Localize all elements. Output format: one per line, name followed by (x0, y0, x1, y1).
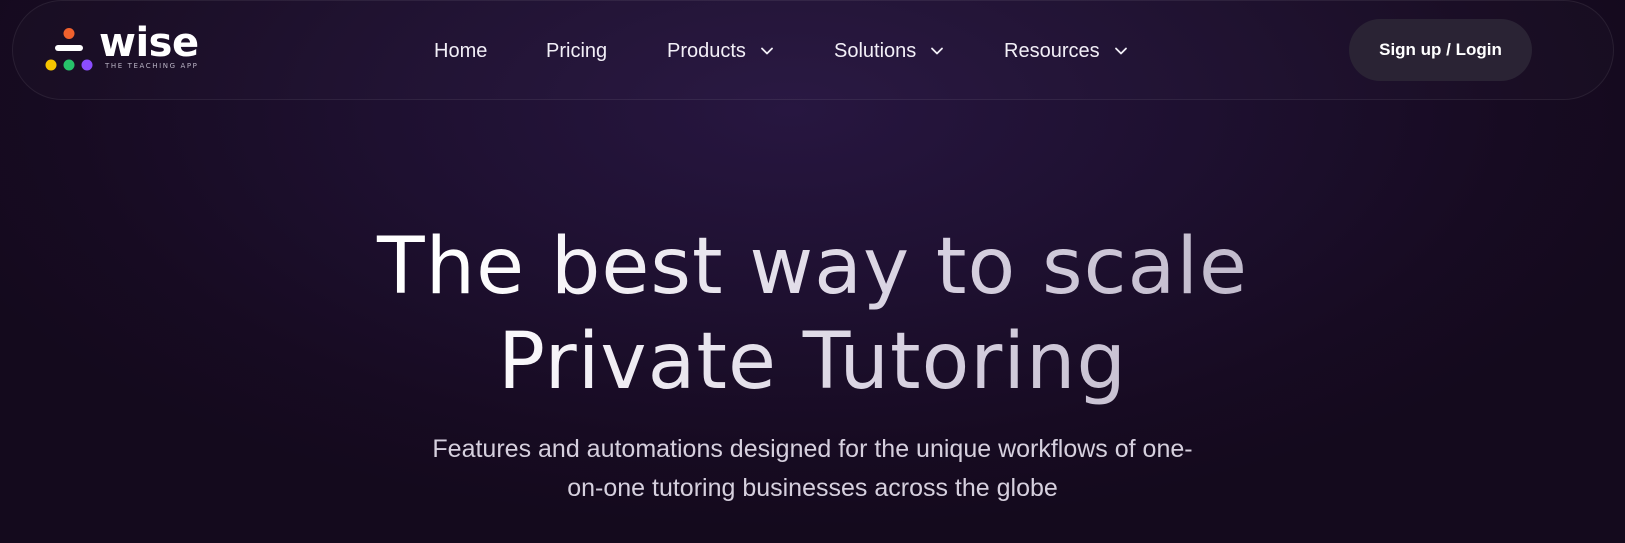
signup-login-button[interactable]: Sign up / Login (1349, 19, 1532, 81)
nav-item-home[interactable]: Home (434, 37, 487, 65)
nav-item-label: Products (667, 39, 746, 62)
hero-title-line-2: Private Tutoring (498, 317, 1127, 407)
hero-subtitle-line-2: on-one tutoring businesses across the gl… (567, 474, 1058, 502)
hero-title: The best way to scale Private Tutoring (0, 220, 1625, 410)
hero-subtitle: Features and automations designed for th… (0, 430, 1625, 508)
chevron-down-icon (760, 44, 774, 58)
nav-item-label: Resources (1004, 39, 1100, 62)
hero-title-line-1: The best way to scale (376, 222, 1248, 312)
nav-item-resources[interactable]: Resources (1004, 37, 1128, 65)
nav-item-products[interactable]: Products (667, 37, 774, 65)
nav-item-label: Solutions (834, 39, 917, 62)
chevron-down-icon (930, 44, 944, 58)
nav-item-label: Home (434, 39, 488, 62)
chevron-down-icon (1114, 44, 1128, 58)
top-navbar: wise THE TEACHING APP Home Pricing Produ… (12, 0, 1614, 100)
hero-subtitle-line-1: Features and automations designed for th… (432, 435, 1193, 463)
nav-item-label: Pricing (546, 39, 608, 62)
nav-item-pricing[interactable]: Pricing (546, 37, 607, 65)
nav-item-solutions[interactable]: Solutions (834, 37, 944, 65)
